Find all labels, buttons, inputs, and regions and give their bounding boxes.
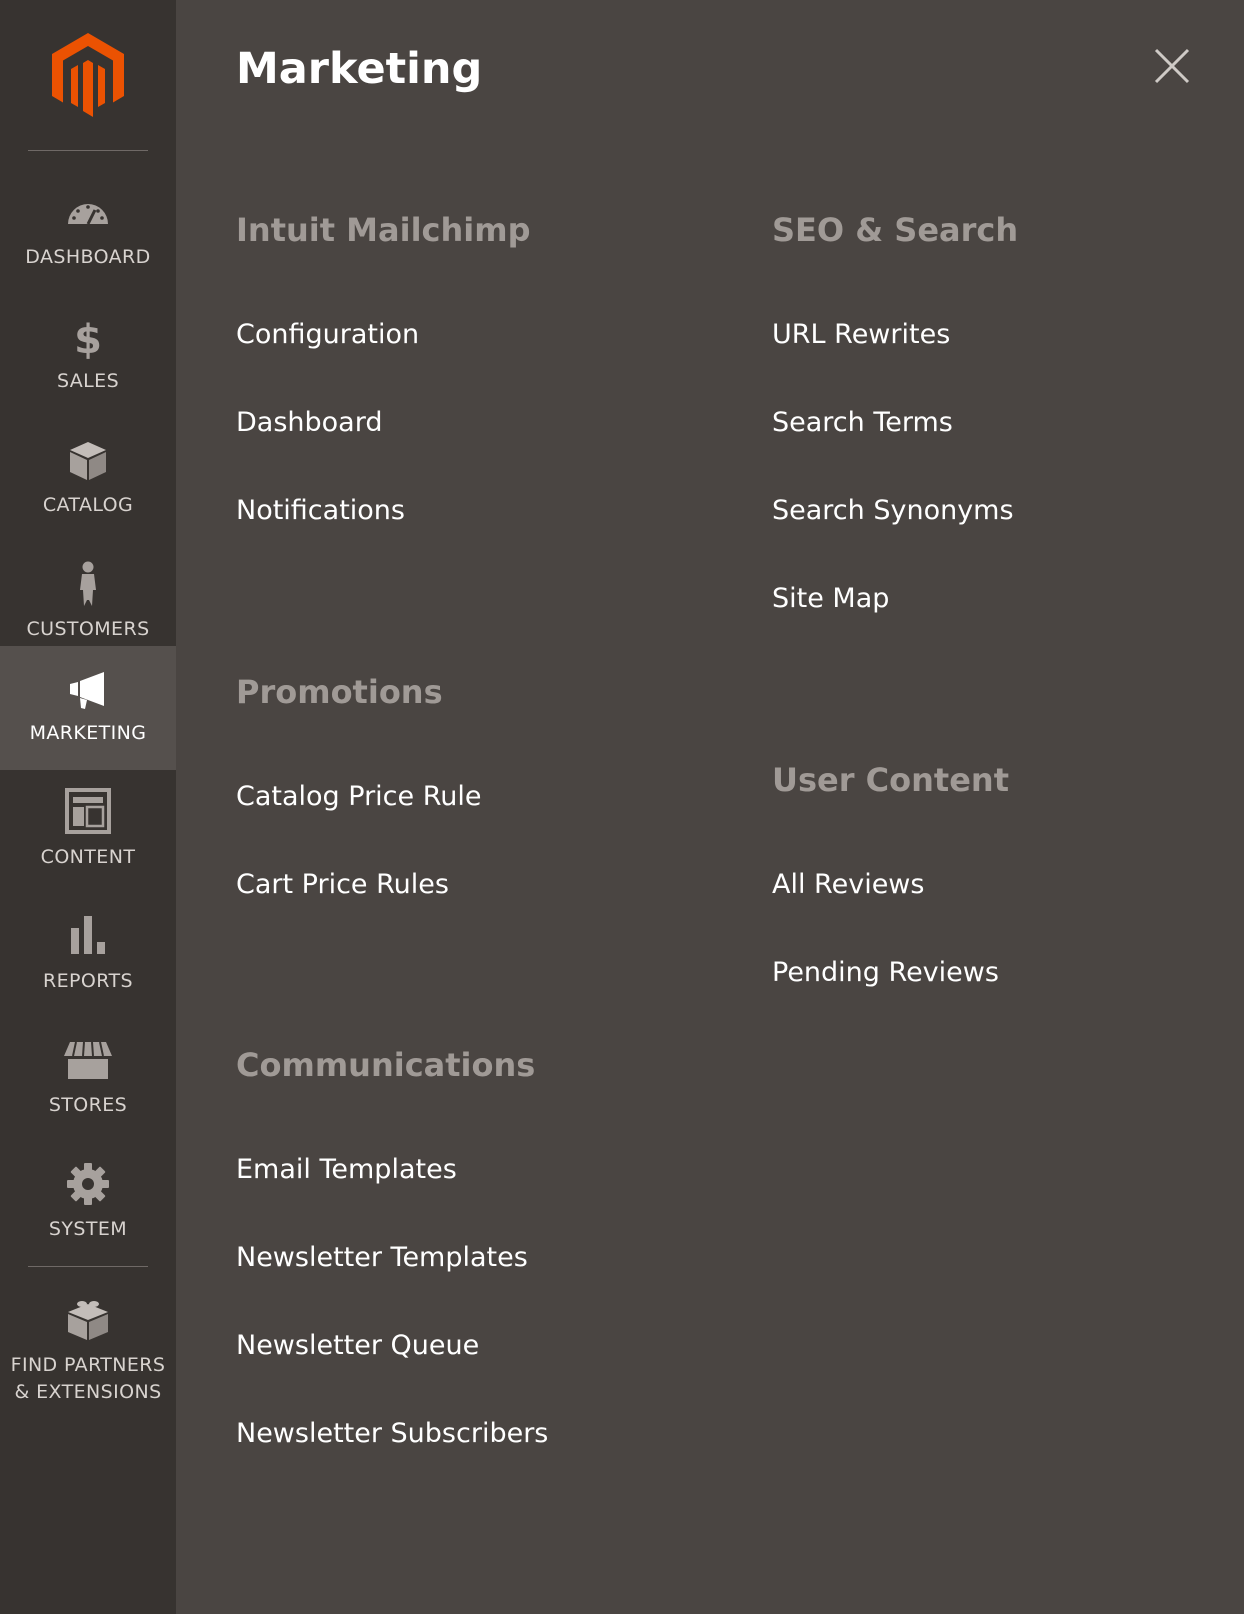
section-title-mailchimp: Intuit Mailchimp [236,211,531,249]
admin-frame: DASHBOARD $ SALES CATALOG CUSTOMERS MARK… [0,0,1244,1614]
menu-link-catalog-price-rule[interactable]: Catalog Price Rule [236,780,482,814]
storefront-icon [64,1041,112,1079]
sidebar-item-stores[interactable]: STORES [0,1018,176,1142]
sidebar-item-sales[interactable]: $ SALES [0,294,176,418]
menu-link-all-reviews[interactable]: All Reviews [772,868,924,902]
sidebar-item-label: SYSTEM [48,1218,128,1240]
sidebar-item-catalog[interactable]: CATALOG [0,418,176,542]
section-title-seo-search: SEO & Search [772,211,1019,249]
menu-link-newsletter-subscribers[interactable]: Newsletter Subscribers [236,1417,548,1451]
menu-link-configuration[interactable]: Configuration [236,318,419,352]
sidebar-extensions-line1: FIND PARTNERS [10,1354,166,1376]
bar-chart-icon [71,916,105,954]
sidebar-item-content[interactable]: CONTENT [0,770,176,894]
sidebar-item-label: CUSTOMERS [26,618,150,640]
menu-link-cart-price-rules[interactable]: Cart Price Rules [236,868,449,902]
section-title-communications: Communications [236,1046,536,1084]
menu-link-pending-reviews[interactable]: Pending Reviews [772,956,999,990]
sidebar-divider-bottom [28,1266,148,1267]
section-title-user-content: User Content [772,761,1009,799]
sidebar-item-label: SALES [56,370,120,392]
marketing-menu-panel: Marketing Intuit Mailchimp Configuration… [176,0,1244,1614]
panel-title: Marketing [236,44,483,94]
menu-link-site-map[interactable]: Site Map [772,582,889,616]
menu-link-mailchimp-dashboard[interactable]: Dashboard [236,406,382,440]
menu-link-url-rewrites[interactable]: URL Rewrites [772,318,950,352]
sidebar-item-system[interactable]: SYSTEM [0,1142,176,1266]
dashboard-gauge-icon [68,204,108,225]
sidebar-extensions-label: FIND PARTNERS & EXTENSIONS [0,1352,176,1406]
sidebar-item-label: REPORTS [43,970,133,992]
sidebar-item-dashboard[interactable]: DASHBOARD [0,170,176,294]
sidebar-item-label: MARKETING [29,722,147,744]
menu-link-newsletter-queue[interactable]: Newsletter Queue [236,1329,479,1363]
dollar-icon: $ [74,317,102,360]
sidebar-item-label: DASHBOARD [25,246,151,268]
layout-icon [65,788,111,834]
sidebar-item-label: STORES [48,1094,128,1116]
menu-link-email-templates[interactable]: Email Templates [236,1153,457,1187]
gear-icon [67,1163,109,1205]
sidebar-item-label: CATALOG [42,494,134,516]
section-title-promotions: Promotions [236,673,443,711]
menu-link-newsletter-templates[interactable]: Newsletter Templates [236,1241,528,1275]
menu-link-search-terms[interactable]: Search Terms [772,406,953,440]
box-icon [70,442,106,480]
megaphone-icon [70,672,104,709]
person-icon [80,561,96,606]
menu-link-search-synonyms[interactable]: Search Synonyms [772,494,1014,528]
sidebar-extensions-line2: & EXTENSIONS [14,1381,162,1403]
sidebar-item-label: CONTENT [40,846,136,868]
admin-sidebar: DASHBOARD $ SALES CATALOG CUSTOMERS MARK… [0,0,176,1614]
close-icon[interactable] [1150,44,1194,88]
lego-block-icon [68,1301,108,1340]
sidebar-item-reports[interactable]: REPORTS [0,894,176,1018]
menu-link-notifications[interactable]: Notifications [236,494,405,528]
sidebar-item-marketing[interactable]: MARKETING [0,646,176,770]
sidebar-divider-top [28,150,148,151]
svg-text:$: $ [74,317,102,360]
sidebar-item-find-partners[interactable]: FIND PARTNERS & EXTENSIONS [0,1276,176,1416]
magento-logo-icon[interactable] [52,33,124,117]
